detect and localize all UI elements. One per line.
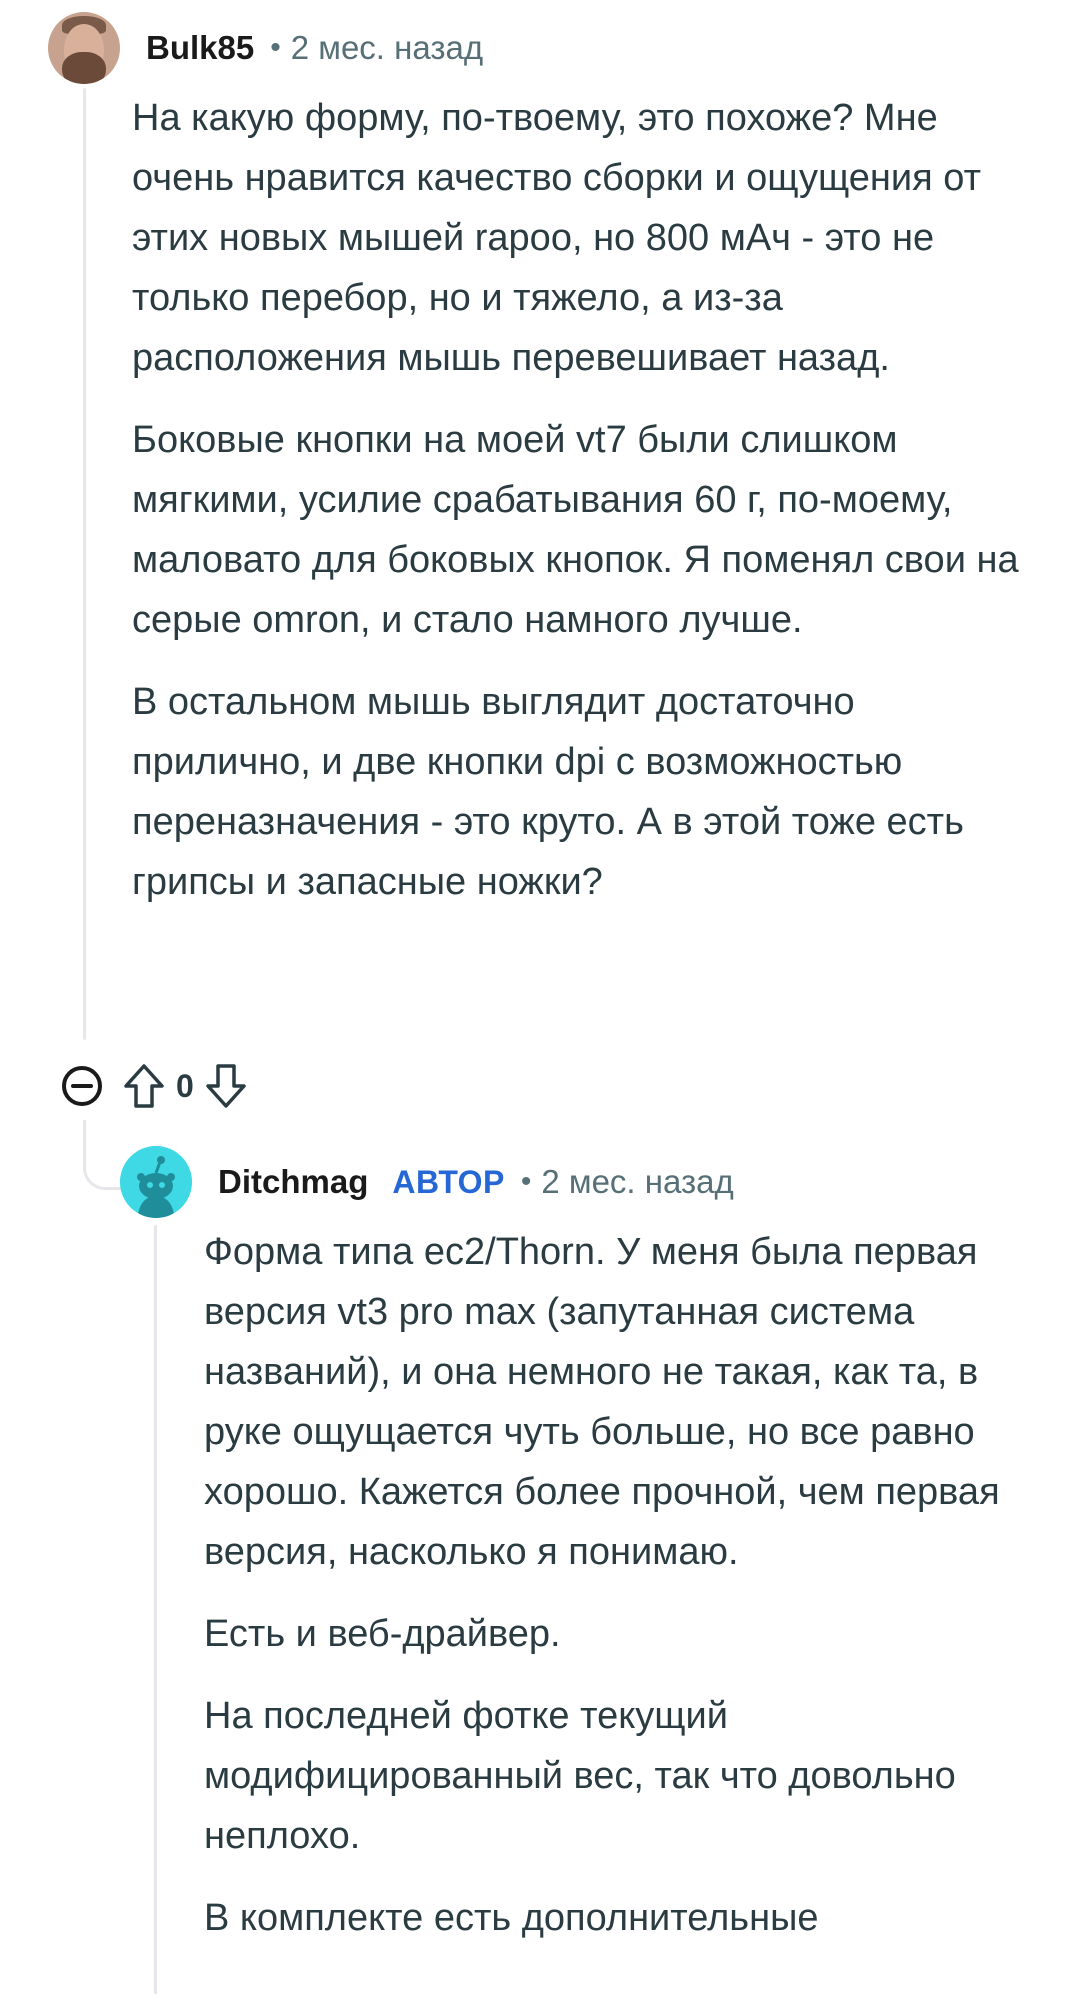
comment-actions: 0 <box>60 1056 248 1116</box>
separator-dot: • <box>270 31 281 64</box>
comment-paragraph: На какую форму, по-твоему, это похоже? М… <box>132 97 981 379</box>
comment-paragraph: Есть и веб-драйвер. <box>204 1613 561 1655</box>
reply-header: Ditchmag АВТОР • 2 мес. назад <box>120 1146 734 1218</box>
comment-paragraph: В комплекте есть дополнительные <box>204 1897 819 1939</box>
collapse-minus-icon[interactable] <box>60 1064 104 1108</box>
comment-paragraph: Форма типа ec2/Thorn. У меня была первая… <box>204 1231 1000 1573</box>
reply-body: Форма типа ec2/Thorn. У меня была первая… <box>204 1222 1044 1970</box>
snoo-avatar-icon <box>120 1146 192 1218</box>
vote-count: 0 <box>176 1067 194 1104</box>
timestamp: 2 мес. назад <box>541 1163 734 1200</box>
user-avatar[interactable] <box>120 1146 192 1218</box>
comment-paragraph: Боковые кнопки на моей vt7 были слишком … <box>132 419 1019 641</box>
thread-line[interactable] <box>83 88 86 1040</box>
reply-thread-line[interactable] <box>154 1225 157 1994</box>
downvote-arrow-icon[interactable] <box>204 1062 248 1110</box>
comment-paragraph: На последней фотке текущий модифицирован… <box>204 1695 956 1857</box>
upvote-arrow-icon[interactable] <box>122 1062 166 1110</box>
author-badge: АВТОР <box>392 1163 505 1200</box>
comment-body: На какую форму, по-твоему, это похоже? М… <box>132 88 1032 934</box>
separator-dot: • <box>520 1165 532 1198</box>
comment-thread: Bulk85 • 2 мес. назад На какую форму, по… <box>0 0 1080 1994</box>
comment-paragraph: В остальном мышь выглядит достаточно при… <box>132 681 964 903</box>
user-avatar[interactable] <box>48 12 120 84</box>
username[interactable]: Bulk85 <box>146 29 254 67</box>
comment-header: Bulk85 • 2 мес. назад <box>48 12 483 84</box>
thread-branch-line <box>83 1120 123 1190</box>
username[interactable]: Ditchmag <box>218 1163 368 1201</box>
timestamp: 2 мес. назад <box>290 29 484 66</box>
